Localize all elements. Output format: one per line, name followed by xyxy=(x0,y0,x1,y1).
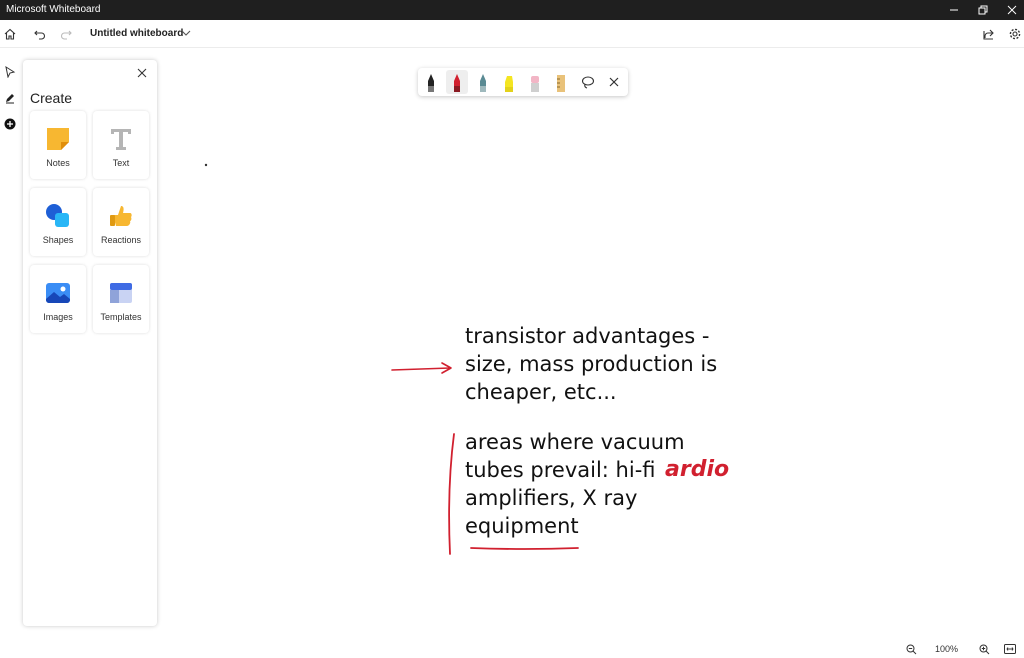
close-window-button[interactable] xyxy=(996,0,1024,20)
home-button[interactable] xyxy=(0,24,20,44)
window-title: Microsoft Whiteboard xyxy=(6,4,101,15)
close-icon xyxy=(1007,5,1017,15)
share-button[interactable] xyxy=(979,24,999,44)
sticky-note-icon xyxy=(47,128,69,150)
tile-label: Notes xyxy=(46,158,70,168)
minimize-button[interactable] xyxy=(938,0,970,20)
restore-button[interactable] xyxy=(967,0,999,20)
handwriting-line: areas where vacuum xyxy=(465,430,685,454)
tile-label: Images xyxy=(43,312,73,322)
shapes-tile[interactable]: Shapes xyxy=(30,188,86,256)
undo-button[interactable] xyxy=(30,24,50,44)
chevron-down-icon xyxy=(181,30,191,36)
handwriting-line: amplifiers, X ray xyxy=(465,486,638,510)
zoom-bar: 100% xyxy=(0,640,1024,658)
text-icon xyxy=(111,129,131,150)
select-tool-button[interactable] xyxy=(2,64,18,80)
templates-tile[interactable]: Templates xyxy=(93,265,149,333)
undo-icon xyxy=(34,30,45,40)
images-tile[interactable]: Images xyxy=(30,265,86,333)
add-content-button[interactable] xyxy=(2,116,18,132)
plus-circle-icon xyxy=(4,118,16,130)
redo-button[interactable] xyxy=(56,24,76,44)
ink-dot xyxy=(204,163,208,167)
whiteboard-canvas[interactable]: transistor advantages - size, mass produ… xyxy=(160,48,1024,640)
share-icon xyxy=(983,29,994,40)
gear-icon xyxy=(1009,28,1021,40)
handwriting-line: cheaper, etc... xyxy=(465,380,617,404)
handwriting-line: tubes prevail: hi-fi xyxy=(465,458,656,482)
text-tile[interactable]: Text xyxy=(93,111,149,179)
close-icon xyxy=(137,68,147,78)
redo-icon xyxy=(61,30,72,40)
pen-icon xyxy=(6,94,14,104)
board-title-dropdown[interactable] xyxy=(180,26,192,44)
close-panel-button[interactable] xyxy=(135,66,149,80)
minimize-icon xyxy=(950,9,958,11)
templates-icon xyxy=(110,283,132,303)
zoom-out-icon xyxy=(906,644,916,654)
reactions-tile[interactable]: Reactions xyxy=(93,188,149,256)
thumbs-up-icon xyxy=(110,206,132,226)
handwriting-line: equipment xyxy=(465,514,579,538)
red-arrow-line xyxy=(391,367,451,371)
zoom-out-button[interactable] xyxy=(904,642,918,656)
tile-label: Text xyxy=(112,158,130,168)
home-icon xyxy=(4,28,16,40)
create-panel: Create Notes Text Shapes Reactions Image… xyxy=(23,60,157,626)
board-title[interactable]: Untitled whiteboard xyxy=(90,28,183,39)
shapes-icon xyxy=(46,204,69,227)
tile-label: Shapes xyxy=(42,235,74,245)
handwriting-line: transistor advantages - xyxy=(465,324,710,348)
red-bracket-line xyxy=(448,433,455,555)
red-underline xyxy=(470,547,579,550)
handwriting-line: size, mass production is xyxy=(465,352,718,376)
image-icon xyxy=(46,283,70,303)
panel-heading: Create xyxy=(30,90,73,106)
zoom-in-button[interactable] xyxy=(977,642,991,656)
left-rail xyxy=(0,58,20,628)
settings-button[interactable] xyxy=(1005,24,1024,44)
app-bar: Untitled whiteboard xyxy=(0,20,1024,48)
pointer-icon xyxy=(5,66,16,78)
zoom-in-icon xyxy=(979,644,989,654)
red-annotation: ardio xyxy=(665,457,730,482)
notes-tile[interactable]: Notes xyxy=(30,111,86,179)
fit-to-screen-button[interactable] xyxy=(1003,642,1017,656)
ink-tool-button[interactable] xyxy=(2,90,18,106)
fit-screen-icon xyxy=(1004,644,1016,654)
zoom-level[interactable]: 100% xyxy=(935,644,958,654)
restore-icon xyxy=(978,5,988,15)
tile-label: Reactions xyxy=(100,235,142,245)
title-bar: Microsoft Whiteboard xyxy=(0,0,1024,20)
tile-label: Templates xyxy=(100,312,142,322)
